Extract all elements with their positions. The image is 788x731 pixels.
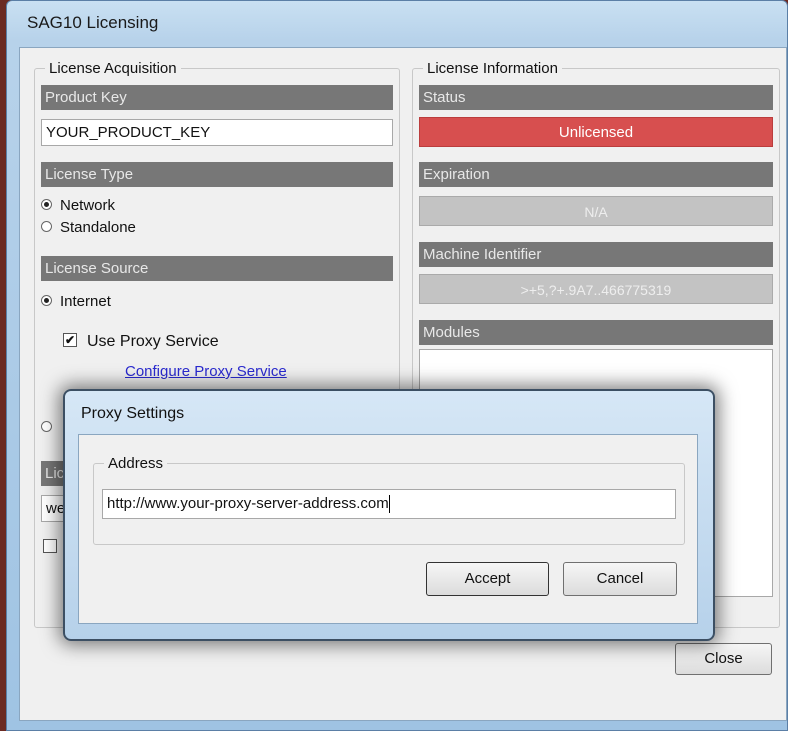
unchecked-box-icon xyxy=(43,538,57,553)
license-type-standalone-radio[interactable]: Standalone xyxy=(41,219,136,236)
network-label: Network xyxy=(60,197,116,214)
use-proxy-checkbox[interactable]: ✔ Use Proxy Service xyxy=(63,332,219,351)
proxy-dialog-client: Address http://www.your-proxy-server-add… xyxy=(78,434,698,624)
radio-unselected-icon xyxy=(41,420,52,432)
radio-selected-icon xyxy=(41,294,52,306)
close-button[interactable]: Close xyxy=(675,643,772,675)
address-legend: Address xyxy=(104,455,168,472)
proxy-address-input[interactable]: http://www.your-proxy-server-address.com xyxy=(102,489,676,519)
license-type-network-radio[interactable]: Network xyxy=(41,197,115,214)
license-acquisition-legend: License Acquisition xyxy=(45,60,181,77)
window-title: SAG10 Licensing xyxy=(27,13,159,32)
product-key-header: Product Key xyxy=(41,85,393,110)
status-header: Status xyxy=(419,85,773,110)
modules-header: Modules xyxy=(419,320,773,345)
product-key-input[interactable]: YOUR_PRODUCT_KEY xyxy=(41,119,393,146)
checkmark-icon: ✔ xyxy=(63,332,77,347)
proxy-dialog-title: Proxy Settings xyxy=(81,405,185,422)
machine-identifier-header: Machine Identifier xyxy=(419,242,773,267)
status-badge: Unlicensed xyxy=(419,117,773,147)
address-group: Address http://www.your-proxy-server-add… xyxy=(93,455,685,545)
expiration-header: Expiration xyxy=(419,162,773,187)
configure-proxy-link[interactable]: Configure Proxy Service xyxy=(125,363,287,380)
accept-button[interactable]: Accept xyxy=(426,562,549,596)
license-type-header: License Type xyxy=(41,162,393,187)
cancel-button[interactable]: Cancel xyxy=(563,562,677,596)
text-caret xyxy=(388,495,390,514)
license-information-legend: License Information xyxy=(423,60,562,77)
proxy-settings-dialog: Proxy Settings Address http://www.your-p… xyxy=(63,389,715,641)
standalone-label: Standalone xyxy=(60,219,136,236)
radio-selected-icon xyxy=(41,198,52,210)
license-source-internet-radio[interactable]: Internet xyxy=(41,293,111,310)
license-source-file-radio[interactable] xyxy=(41,419,60,436)
expiration-value: N/A xyxy=(419,196,773,226)
license-source-header: License Source xyxy=(41,256,393,281)
proxy-address-value: http://www.your-proxy-server-address.com xyxy=(107,495,389,512)
internet-label: Internet xyxy=(60,293,111,310)
machine-identifier-value: >+5,?+.9A7..466775319 xyxy=(419,274,773,304)
use-proxy-label: Use Proxy Service xyxy=(87,333,219,350)
radio-unselected-icon xyxy=(41,220,52,232)
